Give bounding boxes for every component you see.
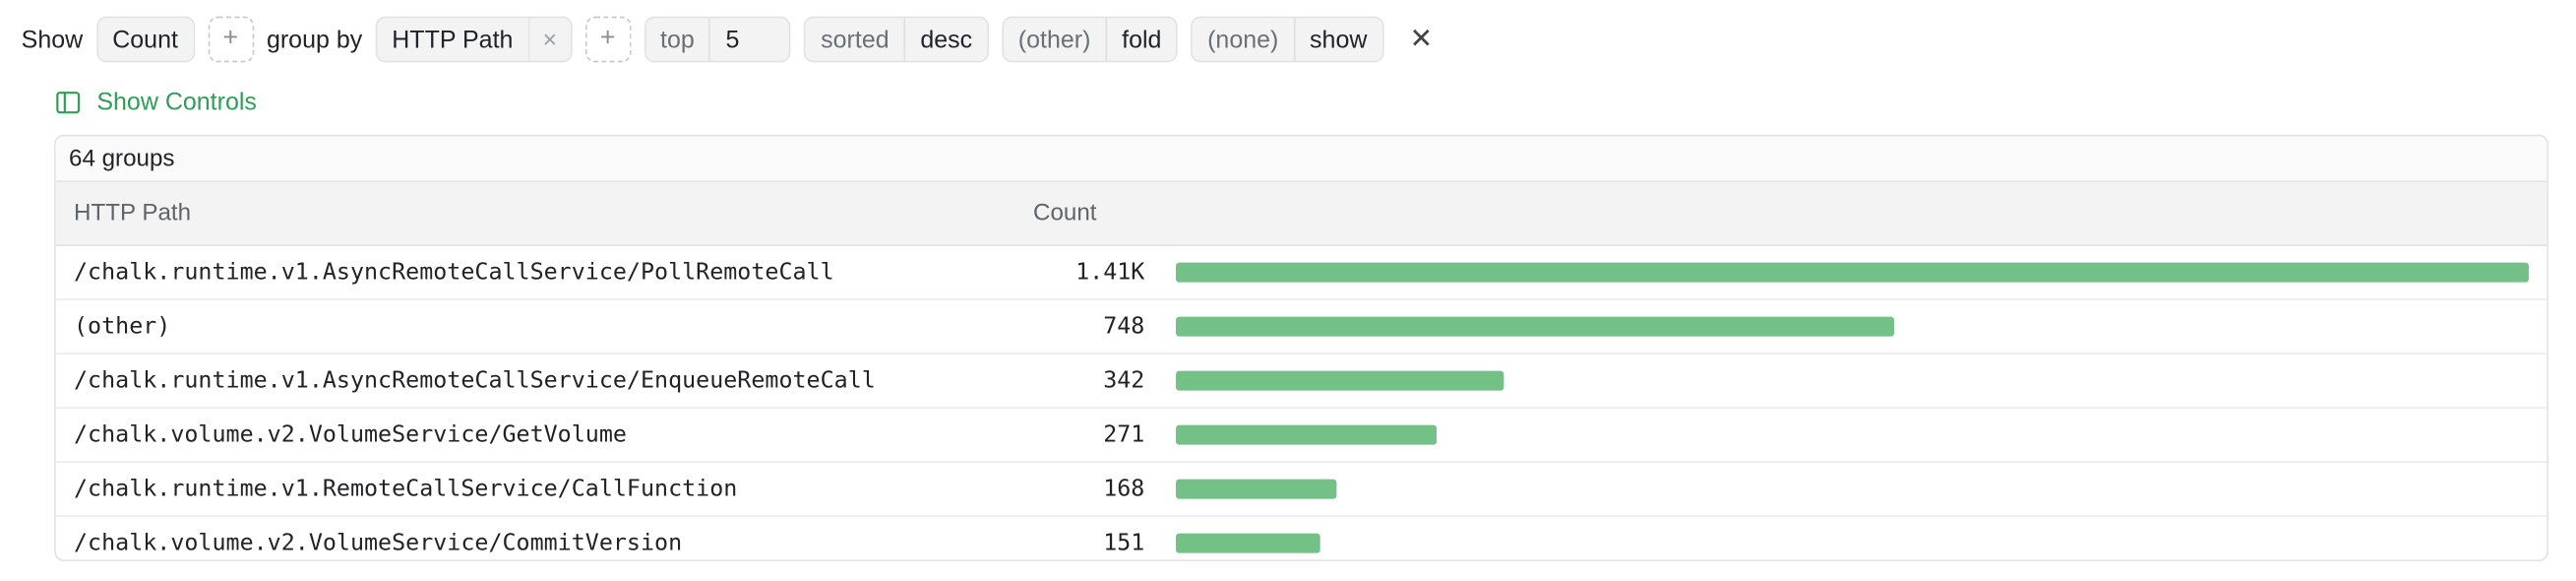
row-bar (1176, 370, 1504, 391)
remove-group-button[interactable]: × (527, 18, 570, 61)
table-row[interactable]: /chalk.runtime.v1.AsyncRemoteCallService… (55, 246, 2547, 301)
row-bar-track (1144, 424, 2546, 445)
group-by-chip[interactable]: HTTP Path × (375, 16, 573, 63)
row-bar (1176, 533, 1321, 553)
row-bar (1176, 262, 2530, 283)
sorted-value[interactable]: desc (903, 18, 987, 61)
row-count: 168 (1103, 476, 1145, 503)
add-metric-button[interactable]: + (207, 16, 254, 63)
group-by-label: group by (266, 25, 363, 54)
group-by-field[interactable]: HTTP Path (377, 18, 527, 60)
add-group-button[interactable]: + (584, 16, 632, 63)
show-label: Show (21, 25, 84, 54)
metric-value[interactable]: Count (97, 18, 193, 60)
clear-query-button[interactable]: ✕ (1403, 17, 1440, 63)
table-row[interactable]: /chalk.runtime.v1.AsyncRemoteCallService… (55, 355, 2547, 410)
query-bar: Show Count + group by HTTP Path × + top … (21, 16, 1440, 63)
other-value[interactable]: fold (1105, 18, 1176, 61)
row-count: 342 (1103, 367, 1145, 395)
row-bar-track (1144, 316, 2546, 337)
sorted-label: sorted (821, 25, 889, 54)
close-icon: × (542, 25, 558, 54)
row-count: 271 (1103, 421, 1145, 449)
sorted-chip[interactable]: sorted desc (804, 16, 989, 63)
top-value-input[interactable]: 5 (708, 18, 790, 61)
none-label: (none) (1207, 25, 1279, 54)
table-row[interactable]: /chalk.volume.v2.VolumeService/CommitVer… (56, 517, 2547, 559)
plus-icon: + (222, 25, 239, 53)
plus-icon: + (599, 25, 616, 53)
close-icon: ✕ (1409, 23, 1434, 55)
show-controls-label: Show Controls (96, 88, 257, 116)
row-path: /chalk.runtime.v1.AsyncRemoteCallService… (74, 259, 834, 287)
row-path: /chalk.volume.v2.VolumeService/CommitVer… (74, 530, 683, 557)
show-controls-toggle[interactable]: Show Controls (56, 86, 257, 118)
column-header-count[interactable]: Count (1016, 200, 1164, 226)
table-body: /chalk.runtime.v1.AsyncRemoteCallService… (55, 246, 2547, 559)
row-bar-track (1144, 479, 2546, 499)
top-chip[interactable]: top 5 (644, 16, 792, 63)
other-chip[interactable]: (other) fold (1002, 16, 1179, 63)
table-row[interactable]: /chalk.volume.v2.VolumeService/GetVolume… (55, 409, 2547, 464)
table-row[interactable]: /chalk.runtime.v1.RemoteCallService/Call… (55, 463, 2547, 518)
metric-chip[interactable]: Count (95, 16, 195, 63)
row-bar (1176, 316, 1894, 337)
none-value[interactable]: show (1293, 18, 1381, 61)
row-bar (1176, 424, 1437, 445)
results-panel: 64 groups HTTP Path Count /chalk.runtime… (54, 134, 2549, 562)
other-label: (other) (1017, 25, 1091, 54)
page: Show Count + group by HTTP Path × + top … (0, 0, 2575, 581)
row-path: /chalk.runtime.v1.AsyncRemoteCallService… (74, 367, 876, 395)
row-path: /chalk.volume.v2.VolumeService/GetVolume (74, 421, 627, 449)
row-bar-track (1144, 262, 2546, 283)
row-bar-track (1144, 533, 2546, 553)
table-row[interactable]: (other) 748 (55, 300, 2547, 355)
top-label: top (660, 25, 695, 54)
row-bar (1176, 479, 1337, 499)
row-count: 748 (1103, 313, 1145, 341)
none-chip[interactable]: (none) show (1191, 16, 1384, 63)
row-path: /chalk.runtime.v1.RemoteCallService/Call… (74, 476, 738, 503)
row-count: 151 (1103, 530, 1145, 557)
row-count: 1.41K (1075, 259, 1145, 287)
groups-count: 64 groups (55, 136, 2547, 183)
sidebar-panel-icon (56, 90, 81, 114)
column-header-path[interactable]: HTTP Path (56, 200, 1017, 226)
table-header: HTTP Path Count (55, 182, 2547, 247)
row-bar-track (1144, 370, 2546, 391)
row-path: (other) (74, 313, 171, 341)
